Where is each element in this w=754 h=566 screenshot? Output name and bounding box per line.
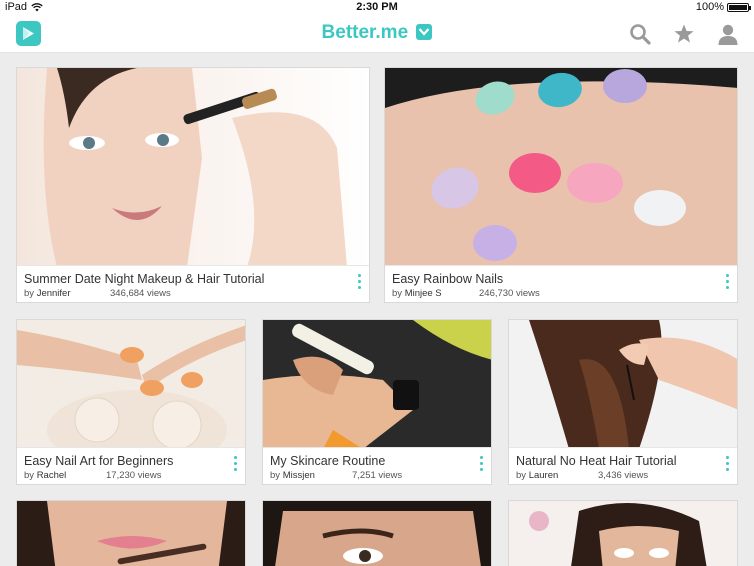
video-title[interactable]: Easy Nail Art for Beginners (24, 454, 173, 468)
video-thumbnail[interactable] (385, 68, 737, 267)
video-card[interactable] (508, 500, 738, 566)
video-card[interactable]: Summer Date Night Makeup & Hair Tutorial… (16, 67, 370, 303)
video-title[interactable]: Summer Date Night Makeup & Hair Tutorial (24, 272, 264, 286)
video-author: by Minjee S (392, 288, 442, 299)
video-meta: Easy Nail Art for Beginners by Rachel 17… (17, 447, 245, 484)
view-count: 7,251 views (352, 470, 403, 481)
video-card[interactable]: Easy Rainbow Nails by Minjee S 246,730 v… (384, 67, 738, 303)
more-options-icon[interactable] (355, 274, 363, 294)
video-author: by Missjen (270, 470, 315, 481)
video-card[interactable] (262, 500, 492, 566)
video-thumbnail[interactable] (17, 68, 369, 267)
chevron-down-icon (416, 24, 433, 40)
battery-percent: 100% (695, 1, 724, 13)
video-thumbnail[interactable] (17, 501, 245, 566)
video-title[interactable]: Easy Rainbow Nails (392, 272, 503, 286)
more-options-icon[interactable] (477, 456, 485, 476)
video-meta: Natural No Heat Hair Tutorial by Lauren … (509, 447, 737, 484)
video-author: by Rachel (24, 470, 67, 481)
video-card[interactable]: My Skincare Routine by Missjen 7,251 vie… (262, 319, 492, 485)
video-thumbnail[interactable] (263, 501, 491, 566)
user-icon[interactable] (716, 22, 740, 46)
video-card[interactable]: Natural No Heat Hair Tutorial by Lauren … (508, 319, 738, 485)
search-icon[interactable] (628, 22, 652, 46)
view-count: 3,436 views (598, 470, 649, 481)
more-options-icon[interactable] (723, 274, 731, 294)
video-title[interactable]: My Skincare Routine (270, 454, 385, 468)
view-count: 17,230 views (106, 470, 162, 481)
view-count: 346,684 views (110, 288, 171, 299)
video-thumbnail[interactable] (509, 320, 737, 449)
video-author: by Jennifer (24, 288, 71, 299)
video-meta: My Skincare Routine by Missjen 7,251 vie… (263, 447, 491, 484)
video-meta: Easy Rainbow Nails by Minjee S 246,730 v… (385, 265, 737, 302)
video-thumbnail[interactable] (17, 320, 245, 449)
status-bar: iPad 2:30 PM 100% (0, 0, 754, 14)
battery-icon (727, 2, 751, 12)
video-card[interactable] (16, 500, 246, 566)
video-meta: Summer Date Night Makeup & Hair Tutorial… (17, 265, 369, 302)
more-options-icon[interactable] (723, 456, 731, 476)
more-options-icon[interactable] (231, 456, 239, 476)
video-title[interactable]: Natural No Heat Hair Tutorial (516, 454, 676, 468)
video-thumbnail[interactable] (263, 320, 491, 449)
author-name[interactable]: Jennifer (37, 288, 71, 299)
status-time: 2:30 PM (356, 1, 398, 13)
view-count: 246,730 views (479, 288, 540, 299)
author-name[interactable]: Missjen (283, 470, 315, 481)
star-icon[interactable] (672, 22, 696, 46)
brand-title: Better.me (321, 22, 409, 43)
author-name[interactable]: Lauren (529, 470, 559, 481)
video-author: by Lauren (516, 470, 559, 481)
author-name[interactable]: Rachel (37, 470, 67, 481)
video-thumbnail[interactable] (509, 501, 737, 566)
author-name[interactable]: Minjee S (405, 288, 442, 299)
nav-bar: Better.me (0, 14, 754, 53)
video-card[interactable]: Easy Nail Art for Beginners by Rachel 17… (16, 319, 246, 485)
